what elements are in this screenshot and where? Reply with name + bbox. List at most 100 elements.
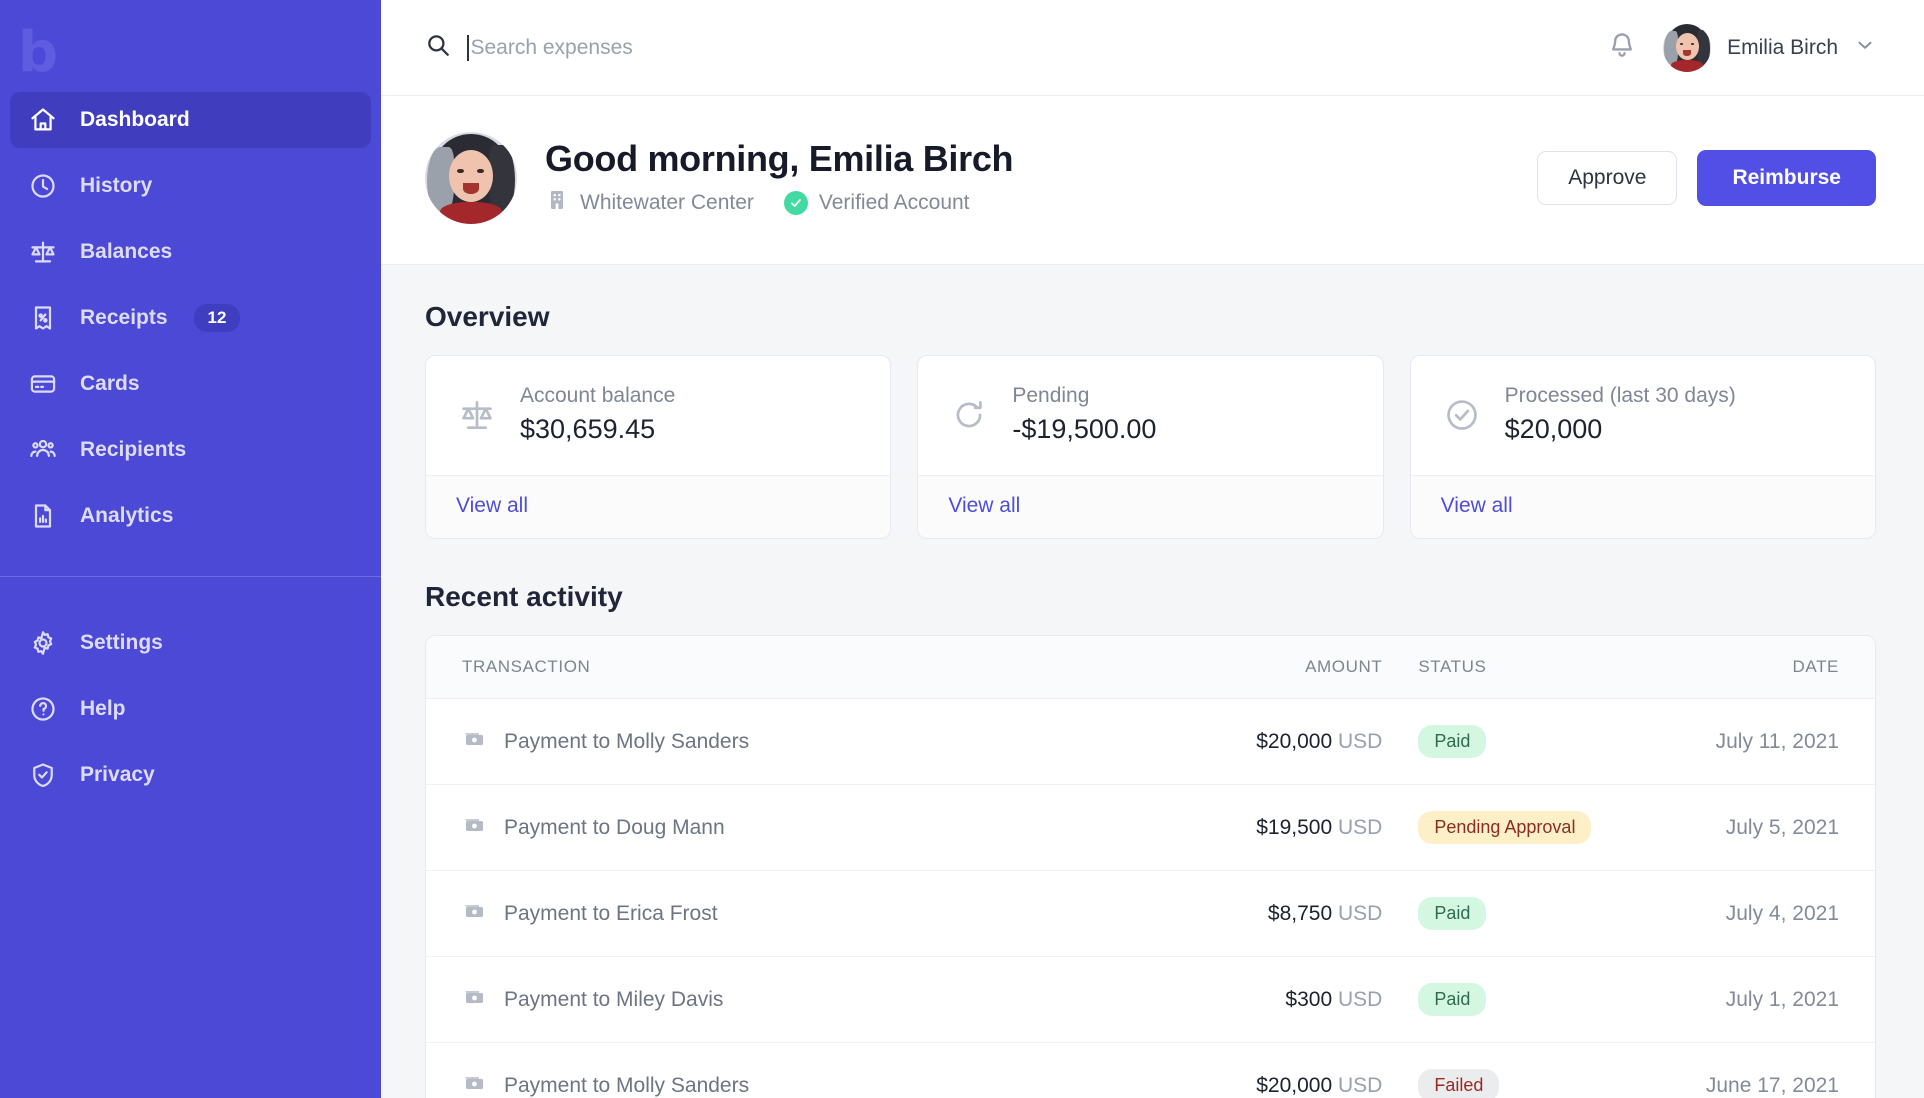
- card-value: -$19,500.00: [1012, 414, 1157, 444]
- search-icon: [425, 32, 451, 63]
- sidebar-primary-nav: Dashboard History Balances Receipts 12 C…: [0, 92, 381, 554]
- money-icon: [462, 1071, 486, 1098]
- recent-activity-table: TRANSACTION AMOUNT STATUS DATE Payment t…: [425, 635, 1876, 1098]
- amount-currency: USD: [1337, 987, 1383, 1011]
- table-body: Payment to Molly Sanders $20,000 USD Pai…: [426, 698, 1875, 1098]
- top-bar: Emilia Birch: [381, 0, 1924, 96]
- column-header-date[interactable]: DATE: [1643, 636, 1875, 699]
- chart-document-icon: [28, 501, 58, 531]
- profile-text: Good morning, Emilia Birch Whitewater Ce…: [545, 138, 1014, 218]
- sidebar-secondary-nav: Settings Help Privacy: [0, 577, 381, 813]
- card-body: Processed (last 30 days) $20,000: [1411, 356, 1875, 475]
- amount-currency: USD: [1337, 815, 1383, 839]
- view-all-link[interactable]: View all: [456, 494, 528, 517]
- card-label: Account balance: [520, 384, 676, 407]
- user-name: Emilia Birch: [1727, 35, 1838, 59]
- sidebar-item-privacy[interactable]: Privacy: [10, 747, 371, 803]
- card-text: Processed (last 30 days) $20,000: [1505, 384, 1736, 445]
- status-badge: Paid: [1418, 983, 1487, 1016]
- search-input[interactable]: [470, 35, 1608, 60]
- organization-label: Whitewater Center: [580, 191, 754, 214]
- credit-card-icon: [28, 369, 58, 399]
- column-header-status[interactable]: STATUS: [1382, 636, 1644, 699]
- approve-button[interactable]: Approve: [1537, 151, 1678, 205]
- transaction-label: Payment to Molly Sanders: [504, 729, 750, 753]
- clock-icon: [28, 171, 58, 201]
- content-area: Overview Account balance $30,659.45 View…: [381, 265, 1924, 1098]
- amount-value: $19,500: [1256, 815, 1333, 839]
- profile-header: Good morning, Emilia Birch Whitewater Ce…: [381, 96, 1924, 265]
- column-header-amount[interactable]: AMOUNT: [1092, 636, 1383, 699]
- table-row[interactable]: Payment to Erica Frost $8,750 USD Paid J…: [426, 870, 1875, 957]
- table-row[interactable]: Payment to Molly Sanders $20,000 USD Fai…: [426, 1043, 1875, 1098]
- column-header-transaction[interactable]: TRANSACTION: [426, 636, 1093, 699]
- amount-currency: USD: [1337, 1073, 1383, 1097]
- transaction-label: Payment to Doug Mann: [504, 815, 725, 839]
- sidebar-item-recipients[interactable]: Recipients: [10, 422, 371, 478]
- text-caret: [467, 34, 469, 61]
- cell-transaction: Payment to Molly Sanders: [426, 1043, 1093, 1098]
- card-text: Pending -$19,500.00: [1012, 384, 1156, 445]
- sidebar-item-label: Balances: [80, 240, 173, 263]
- sidebar-item-balances[interactable]: Balances: [10, 224, 371, 280]
- view-all-link[interactable]: View all: [948, 494, 1020, 517]
- money-icon: [462, 899, 486, 929]
- sidebar-item-label: Dashboard: [80, 108, 190, 131]
- sidebar-item-dashboard[interactable]: Dashboard: [10, 92, 371, 148]
- profile-meta: Whitewater Center Verified Account: [545, 188, 1013, 218]
- sidebar-item-label: History: [80, 174, 153, 197]
- sidebar-item-analytics[interactable]: Analytics: [10, 488, 371, 544]
- cell-status: Paid: [1382, 698, 1644, 785]
- verified-status: Verified Account: [783, 191, 970, 215]
- card-account-balance: Account balance $30,659.45 View all: [425, 355, 892, 539]
- profile-avatar: [425, 132, 517, 224]
- view-all-link[interactable]: View all: [1441, 494, 1513, 517]
- question-circle-icon: [28, 694, 58, 724]
- transaction-label: Payment to Molly Sanders: [504, 1073, 750, 1097]
- cell-amount: $8,750 USD: [1092, 870, 1383, 957]
- activity-table: TRANSACTION AMOUNT STATUS DATE Payment t…: [426, 636, 1875, 1098]
- cell-amount: $19,500 USD: [1092, 784, 1383, 871]
- sidebar-item-receipts[interactable]: Receipts 12: [10, 290, 371, 346]
- overview-title: Overview: [425, 301, 550, 332]
- amount-value: $8,750: [1267, 901, 1333, 925]
- sidebar-item-history[interactable]: History: [10, 158, 371, 214]
- table-row[interactable]: Payment to Miley Davis $300 USD Paid Jul…: [426, 956, 1875, 1043]
- sidebar-item-label: Help: [80, 697, 126, 720]
- cell-date: June 17, 2021: [1705, 1073, 1839, 1097]
- sidebar-item-cards[interactable]: Cards: [10, 356, 371, 412]
- sidebar-item-settings[interactable]: Settings: [10, 615, 371, 671]
- search-field[interactable]: [467, 34, 1608, 61]
- reimburse-button[interactable]: Reimburse: [1697, 150, 1876, 206]
- sidebar-item-label: Privacy: [80, 763, 155, 786]
- card-footer: View all: [918, 475, 1383, 538]
- cell-status: Pending Approval: [1382, 784, 1644, 871]
- sidebar-item-label: Settings: [80, 631, 163, 654]
- check-circle-icon: [783, 191, 808, 215]
- amount-value: $20,000: [1256, 1073, 1333, 1097]
- receipts-badge: 12: [193, 304, 241, 332]
- profile-info: Good morning, Emilia Birch Whitewater Ce…: [425, 132, 1537, 224]
- profile-actions: Approve Reimburse: [1537, 150, 1876, 206]
- cell-transaction: Payment to Doug Mann: [426, 784, 1093, 871]
- user-menu[interactable]: Emilia Birch: [1663, 23, 1876, 72]
- table-row[interactable]: Payment to Molly Sanders $20,000 USD Pai…: [426, 698, 1875, 785]
- table-head: TRANSACTION AMOUNT STATUS DATE: [426, 636, 1875, 699]
- verified-label: Verified Account: [818, 191, 970, 214]
- card-footer: View all: [1410, 475, 1875, 538]
- sidebar: b Dashboard History Balances Receipts 12…: [0, 0, 381, 1098]
- organization: Whitewater Center: [545, 188, 754, 218]
- bell-icon[interactable]: [1607, 30, 1637, 65]
- app-logo[interactable]: b: [0, 14, 381, 92]
- building-icon: [545, 188, 569, 218]
- cell-status: Paid: [1382, 956, 1644, 1043]
- status-badge: Pending Approval: [1418, 811, 1592, 844]
- table-row[interactable]: Payment to Doug Mann $19,500 USD Pending…: [426, 784, 1875, 871]
- card-label: Pending: [1012, 384, 1090, 407]
- search-bar[interactable]: [425, 32, 1608, 63]
- topbar-right: Emilia Birch: [1607, 23, 1876, 72]
- sidebar-item-help[interactable]: Help: [10, 681, 371, 737]
- cell-transaction: Payment to Molly Sanders: [426, 698, 1093, 785]
- scales-icon: [456, 394, 498, 436]
- cell-date: July 4, 2021: [1643, 870, 1875, 957]
